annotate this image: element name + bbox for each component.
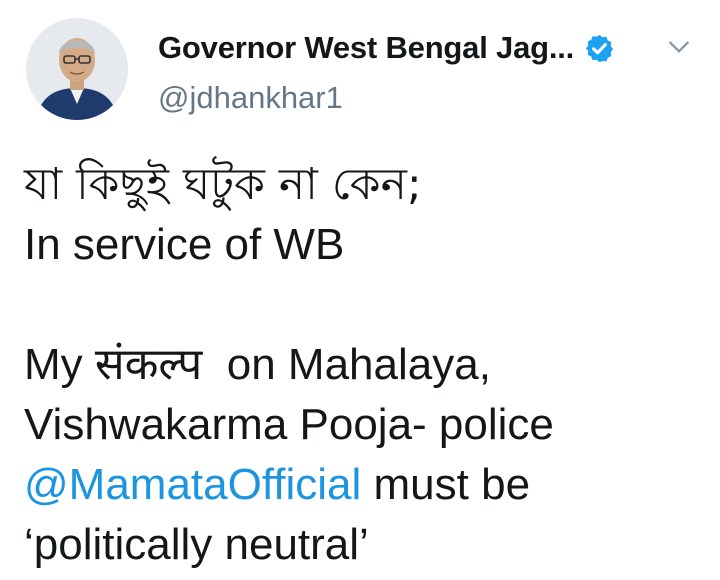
tweet-text-my: My bbox=[24, 340, 95, 389]
user-handle[interactable]: @jdhankhar1 bbox=[158, 80, 343, 116]
tweet-header: Governor West Bengal Jag... @jdhankhar1 bbox=[0, 0, 720, 140]
display-name[interactable]: Governor West Bengal Jag... bbox=[158, 30, 574, 66]
tweet-line-neutral: ‘politically neutral’ bbox=[24, 520, 369, 569]
verified-badge-icon bbox=[584, 33, 615, 64]
avatar-portrait-icon bbox=[26, 18, 128, 120]
tweet-line-pooja: Vishwakarma Pooja- police bbox=[24, 400, 554, 449]
tweet-text-must-be: must be bbox=[361, 460, 531, 509]
tweet-text-mahalaya: on Mahalaya, bbox=[202, 340, 491, 389]
tweet-text: যা কিছুই ঘটুক না কেন; In service of WB M… bbox=[24, 155, 714, 575]
tweet-text-sankalp: संकल्प bbox=[94, 339, 203, 390]
user-name-row: Governor West Bengal Jag... bbox=[158, 26, 706, 70]
avatar[interactable] bbox=[26, 18, 128, 120]
mention-link[interactable]: @MamataOfficial bbox=[24, 460, 361, 509]
chevron-down-icon[interactable] bbox=[666, 34, 692, 60]
tweet-line-resolve: My संकल्प on Mahalaya, bbox=[24, 335, 714, 395]
tweet-line-bengali: যা কিছুই ঘটুক না কেন; bbox=[24, 159, 422, 210]
tweet-line-service: In service of WB bbox=[24, 220, 345, 269]
tweet-line-mention: @MamataOfficial must be bbox=[24, 455, 714, 515]
